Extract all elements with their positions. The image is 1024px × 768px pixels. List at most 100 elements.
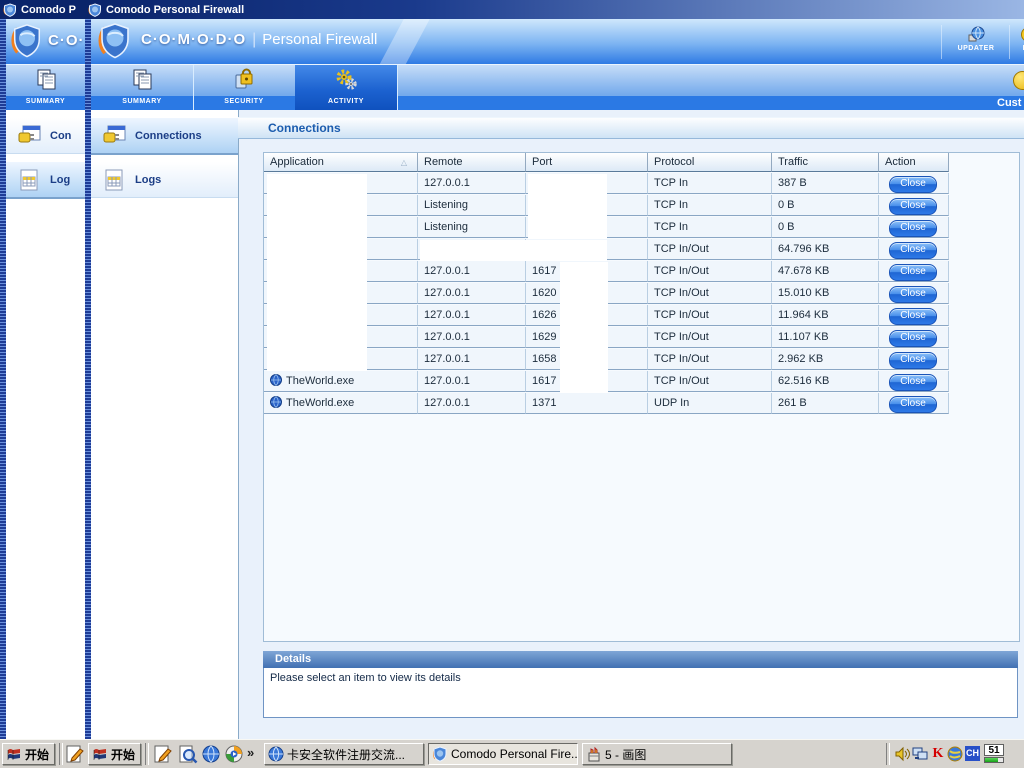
titlebar-back-window[interactable]: Comodo P	[0, 0, 85, 19]
quick-launch-overflow-chevron[interactable]: »	[247, 745, 254, 760]
cell-application[interactable]: TheWorld.exe	[264, 393, 418, 414]
close-connection-button[interactable]: Close	[889, 264, 937, 281]
cell-protocol[interactable]: TCP In/Out	[648, 371, 772, 392]
close-connection-button[interactable]: Close	[889, 374, 937, 391]
column-header-port[interactable]: Port	[526, 153, 648, 172]
cell-protocol[interactable]: TCP In/Out	[648, 327, 772, 348]
cell-protocol[interactable]: TCP In	[648, 173, 772, 194]
cell-remote[interactable]: 127.0.0.1	[418, 283, 526, 304]
task-button-3[interactable]: 5 - 画图	[582, 743, 732, 765]
cell-traffic[interactable]: 2.962 KB	[772, 349, 879, 370]
back-tab-summary[interactable]: SUMMARY	[6, 65, 86, 111]
tab-activity[interactable]: ACTIVITY	[295, 65, 398, 111]
task-button-2[interactable]: Comodo Personal Fire...	[428, 743, 578, 765]
cell-action[interactable]: Close	[879, 217, 949, 238]
cell-remote[interactable]: 127.0.0.1	[418, 349, 526, 370]
column-header-remote[interactable]: Remote	[418, 153, 526, 172]
cell-remote[interactable]: Listening	[418, 195, 526, 216]
cell-protocol[interactable]: TCP In	[648, 217, 772, 238]
back-tab-summary-label: SUMMARY	[6, 98, 85, 105]
cell-traffic[interactable]: 261 B	[772, 393, 879, 414]
help-icon: ?	[1020, 26, 1024, 43]
titlebar-front-window[interactable]: Comodo Personal Firewall	[85, 0, 1024, 19]
cell-traffic[interactable]: 0 B	[772, 195, 879, 216]
cell-protocol[interactable]: TCP In/Out	[648, 305, 772, 326]
cell-remote[interactable]: Listening	[418, 217, 526, 238]
tab-security[interactable]: SECURITY	[193, 65, 296, 111]
cell-remote[interactable]: 127.0.0.1	[418, 327, 526, 348]
cell-protocol[interactable]: TCP In/Out	[648, 349, 772, 370]
cell-action[interactable]: Close	[879, 173, 949, 194]
tab-summary[interactable]: SUMMARY	[91, 65, 194, 111]
network-computers-icon[interactable]	[912, 746, 928, 762]
column-header-action[interactable]: Action	[879, 153, 949, 172]
close-connection-button[interactable]: Close	[889, 352, 937, 369]
cell-protocol[interactable]: TCP In/Out	[648, 239, 772, 260]
close-connection-button[interactable]: Close	[889, 330, 937, 347]
cell-protocol[interactable]: UDP In	[648, 393, 772, 414]
column-header-traffic[interactable]: Traffic	[772, 153, 879, 172]
close-connection-button[interactable]: Close	[889, 176, 937, 193]
page-edit-icon[interactable]	[64, 744, 85, 765]
close-connection-button[interactable]: Close	[889, 308, 937, 325]
task-button-1[interactable]: 卡安全软件注册交流...	[264, 743, 424, 765]
input-method-indicator[interactable]: CH	[965, 746, 980, 761]
globe-tray-icon[interactable]	[947, 746, 963, 762]
front-header-band: C·O·M·O·D·O|Personal Firewall UPDATER ? …	[91, 19, 1024, 64]
cell-action[interactable]: Close	[879, 195, 949, 216]
cell-remote[interactable]: 127.0.0.1	[418, 371, 526, 392]
cell-action[interactable]: Close	[879, 393, 949, 414]
close-connection-button[interactable]: Close	[889, 396, 937, 413]
cell-action[interactable]: Close	[879, 261, 949, 282]
sidebar-item-logs[interactable]: Logs	[91, 162, 238, 198]
cell-protocol[interactable]: TCP In/Out	[648, 283, 772, 304]
column-header-application[interactable]: Application△	[264, 153, 418, 172]
world-globe-icon	[270, 373, 282, 385]
page-edit-icon[interactable]	[152, 744, 173, 765]
help-button[interactable]: ? HE	[1013, 21, 1024, 62]
logs-icon	[101, 168, 127, 192]
close-connection-button[interactable]: Close	[889, 242, 937, 259]
cell-action[interactable]: Close	[879, 239, 949, 260]
back-sidebar-item-connections[interactable]: Con	[6, 118, 85, 154]
cell-action[interactable]: Close	[879, 327, 949, 348]
globe-browser-icon[interactable]	[201, 744, 222, 765]
traffic-counter-badge[interactable]: 51	[984, 744, 1004, 756]
volume-speaker-icon[interactable]	[894, 746, 910, 762]
cell-traffic[interactable]: 15.010 KB	[772, 283, 879, 304]
cell-traffic[interactable]: 387 B	[772, 173, 879, 194]
cell-traffic[interactable]: 47.678 KB	[772, 261, 879, 282]
media-player-icon[interactable]	[224, 744, 245, 765]
cell-remote[interactable]: 127.0.0.1	[418, 261, 526, 282]
cell-remote[interactable]: 127.0.0.1	[418, 393, 526, 414]
start-button[interactable]: 开始	[2, 743, 55, 765]
close-connection-button[interactable]: Close	[889, 286, 937, 303]
kaspersky-tray-icon[interactable]: K	[931, 746, 945, 762]
cell-traffic[interactable]: 62.516 KB	[772, 371, 879, 392]
cell-remote[interactable]: 127.0.0.1	[418, 305, 526, 326]
cell-traffic[interactable]: 11.107 KB	[772, 327, 879, 348]
tab-security-label: SECURITY	[193, 98, 295, 105]
cell-traffic[interactable]: 11.964 KB	[772, 305, 879, 326]
cell-protocol[interactable]: TCP In	[648, 195, 772, 216]
cell-action[interactable]: Close	[879, 305, 949, 326]
cell-remote[interactable]: 127.0.0.1	[418, 173, 526, 194]
sidebar-item-connections[interactable]: Connections	[91, 118, 238, 155]
search-page-icon[interactable]	[177, 744, 198, 765]
column-header-protocol[interactable]: Protocol	[648, 153, 772, 172]
cell-traffic[interactable]: 64.796 KB	[772, 239, 879, 260]
cell-port[interactable]: 1371	[526, 393, 648, 414]
back-sidebar-item-logs[interactable]: Log	[6, 162, 85, 199]
close-connection-button[interactable]: Close	[889, 198, 937, 215]
cell-application[interactable]: TheWorld.exe	[264, 371, 418, 392]
cell-action[interactable]: Close	[879, 349, 949, 370]
close-connection-button[interactable]: Close	[889, 220, 937, 237]
titlebar-front-title: Comodo Personal Firewall	[106, 4, 244, 16]
taskbar-separator	[59, 743, 63, 765]
cell-traffic[interactable]: 0 B	[772, 217, 879, 238]
cell-action[interactable]: Close	[879, 371, 949, 392]
start-button-2[interactable]: 开始	[88, 743, 141, 765]
cell-protocol[interactable]: TCP In/Out	[648, 261, 772, 282]
cell-action[interactable]: Close	[879, 283, 949, 304]
updater-button[interactable]: UPDATER	[945, 21, 1007, 62]
